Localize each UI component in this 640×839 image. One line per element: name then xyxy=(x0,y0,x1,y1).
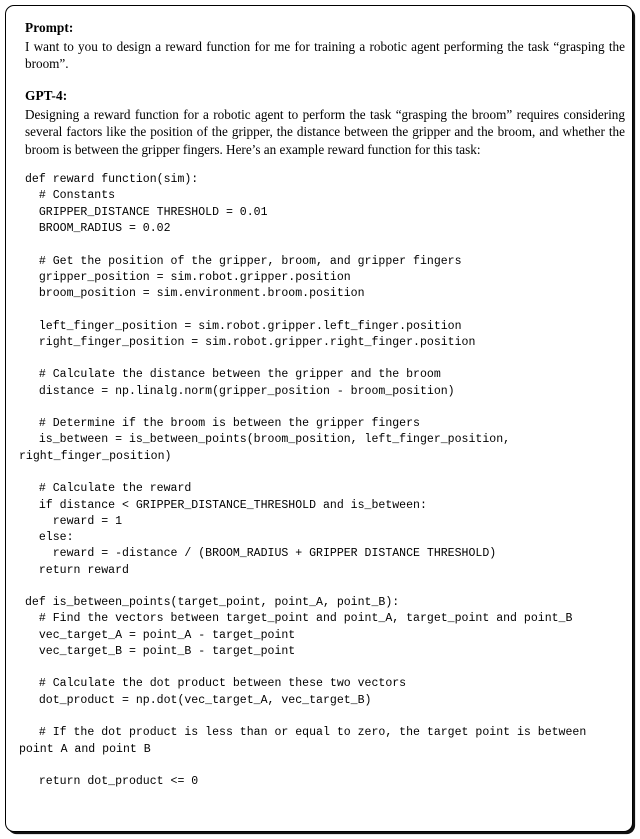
code-line: # Determine if the broom is between the … xyxy=(25,417,420,431)
document-frame: Prompt: I want to you to design a reward… xyxy=(5,5,633,832)
code-line: def is_between_points(target_point, poin… xyxy=(25,596,400,610)
section-gpt4: GPT-4: Designing a reward function for a… xyxy=(25,88,625,158)
code-line: BROOM_RADIUS = 0.02 xyxy=(25,222,171,236)
code-line: gripper_position = sim.robot.gripper.pos… xyxy=(25,270,351,284)
code-line: is_between = is_between_points(broom_pos… xyxy=(25,433,511,447)
code-line: return reward xyxy=(25,563,129,577)
code-line: def reward function(sim): xyxy=(25,173,199,187)
code-line: dot_product = np.dot(vec_target_A, vec_t… xyxy=(25,693,372,707)
code-line: distance = np.linalg.norm(gripper_positi… xyxy=(25,384,455,398)
section-prompt: Prompt: I want to you to design a reward… xyxy=(25,20,625,72)
section-spacer-2 xyxy=(25,158,625,172)
page-root: Prompt: I want to you to design a reward… xyxy=(0,0,640,839)
code-line: # If the dot product is less than or equ… xyxy=(25,726,587,740)
gpt4-paragraph: Designing a reward function for a roboti… xyxy=(25,107,625,157)
code-line: else: xyxy=(25,531,74,545)
code-line: GRIPPER_DISTANCE THRESHOLD = 0.01 xyxy=(25,205,268,219)
code-line: point A and point B xyxy=(19,742,151,756)
prompt-heading: Prompt: xyxy=(25,20,74,35)
code-line: if distance < GRIPPER_DISTANCE_THRESHOLD… xyxy=(25,498,427,512)
code-line: right_finger_position = sim.robot.grippe… xyxy=(25,335,476,349)
code-line: left_finger_position = sim.robot.gripper… xyxy=(25,319,462,333)
code-line: # Calculate the dot product between thes… xyxy=(25,677,407,691)
code-line: # Get the position of the gripper, broom… xyxy=(25,254,462,268)
code-line: vec_target_A = point_A - target_point xyxy=(25,628,296,642)
code-line: reward = -distance / (BROOM_RADIUS + GRI… xyxy=(25,547,497,561)
gpt4-heading: GPT-4: xyxy=(25,88,68,104)
code-line: reward = 1 xyxy=(25,514,123,528)
code-line: vec_target_B = point_B - target_point xyxy=(25,644,296,658)
code-line: # Calculate the distance between the gri… xyxy=(25,368,441,382)
code-line: return dot_product <= 0 xyxy=(25,775,199,789)
code-line: # Constants xyxy=(25,189,116,203)
document-content: Prompt: I want to you to design a reward… xyxy=(19,20,625,790)
code-line: right_finger_position) xyxy=(19,449,172,463)
code-line: # Find the vectors between target_point … xyxy=(25,612,573,626)
code-line: # Calculate the reward xyxy=(25,482,192,496)
code-line: broom_position = sim.environment.broom.p… xyxy=(25,287,365,301)
section-spacer-1 xyxy=(25,72,625,88)
prompt-paragraph: I want to you to design a reward functio… xyxy=(25,38,625,71)
code-block: def reward function(sim): # Constants GR… xyxy=(19,172,625,790)
